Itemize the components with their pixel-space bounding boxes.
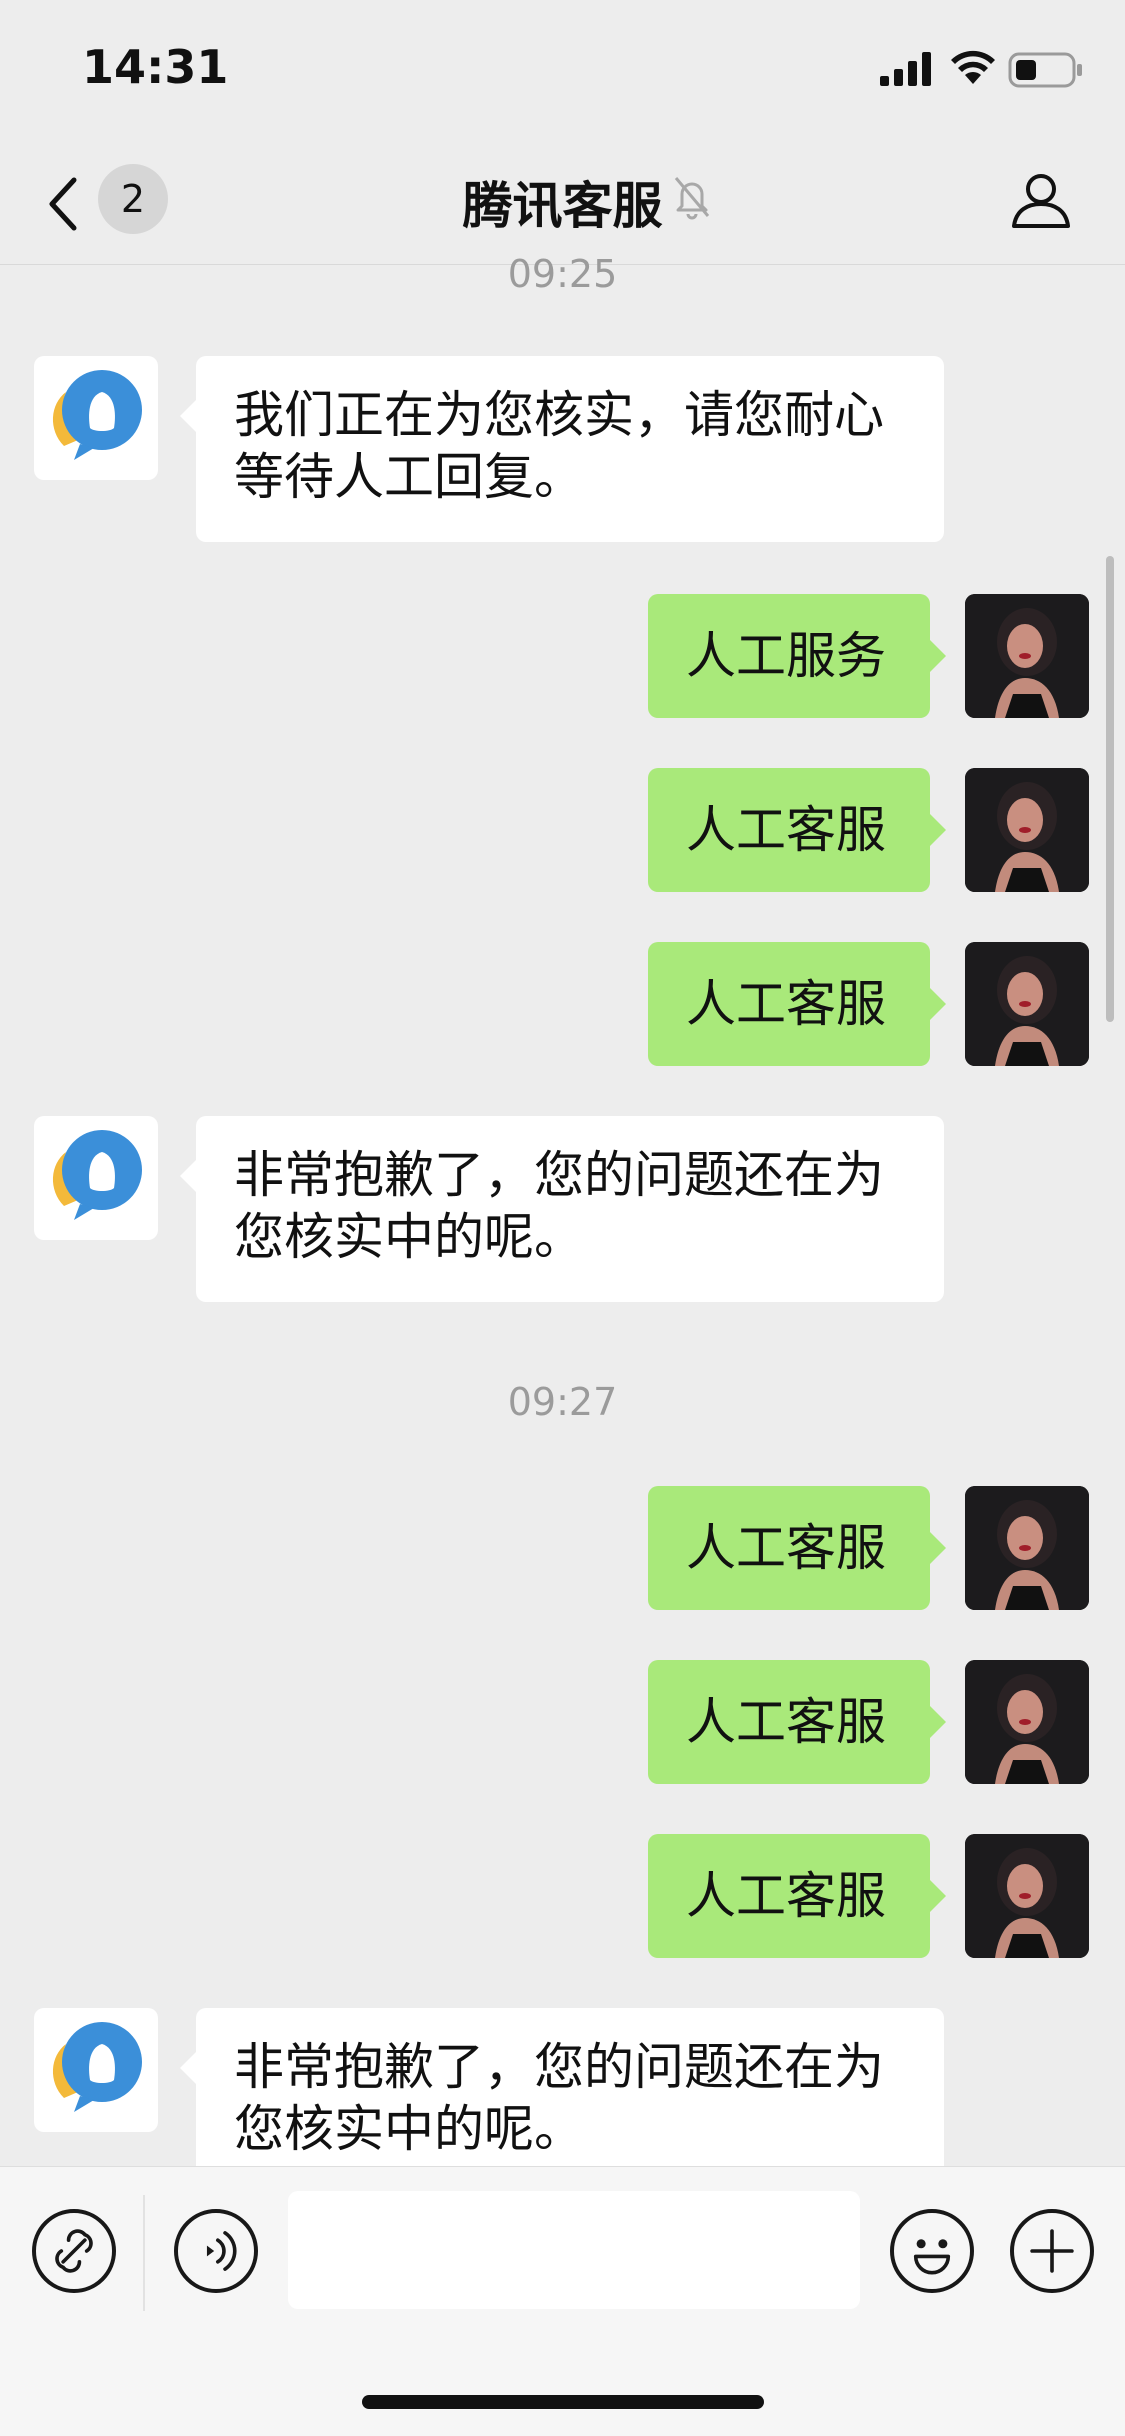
user-avatar[interactable]: [965, 1660, 1089, 1784]
message-bubble-outgoing[interactable]: 人工客服: [648, 768, 946, 892]
user-photo: [965, 1834, 1089, 1958]
user-avatar[interactable]: [965, 768, 1089, 892]
wifi-icon: [951, 50, 995, 84]
user-avatar[interactable]: [965, 1486, 1089, 1610]
cellular-signal-icon: [880, 52, 931, 86]
user-photo: [965, 768, 1089, 892]
message-bubble-outgoing[interactable]: 人工客服: [648, 1834, 946, 1958]
user-photo: [965, 942, 1089, 1066]
message-bubble-outgoing[interactable]: 人工服务: [648, 594, 946, 718]
bell-slash-icon: [674, 177, 710, 220]
user-avatar[interactable]: [965, 1834, 1089, 1958]
service-avatar[interactable]: [34, 2008, 158, 2132]
chat-title-text: 腾讯客服: [462, 177, 663, 235]
link-icon[interactable]: [32, 2209, 116, 2293]
qq-service-logo-icon: [52, 1130, 142, 1220]
qq-service-logo-icon: [52, 2022, 142, 2112]
message-bubble-outgoing[interactable]: 人工客服: [648, 942, 946, 1066]
emoji-icon[interactable]: [890, 2209, 974, 2293]
chat-timestamp: 09:25: [507, 252, 618, 296]
user-avatar[interactable]: [965, 942, 1089, 1066]
battery-icon: [1008, 52, 1082, 88]
user-avatar[interactable]: [965, 594, 1089, 718]
user-photo: [965, 1660, 1089, 1784]
person-icon[interactable]: [1010, 170, 1072, 230]
voice-icon[interactable]: [174, 2209, 258, 2293]
toolbar-divider: [143, 2195, 145, 2311]
home-indicator[interactable]: [362, 2395, 764, 2409]
message-bubble-outgoing[interactable]: 人工客服: [648, 1486, 946, 1610]
message-bubble-incoming[interactable]: 非常抱歉了，您的问题还在为 您核实中的呢。: [180, 1116, 944, 1302]
message-input[interactable]: [288, 2191, 860, 2309]
scrollbar-thumb[interactable]: [1106, 556, 1114, 1022]
qq-service-logo-icon: [52, 370, 142, 460]
chat-title: 腾讯客服: [0, 166, 1125, 238]
user-photo: [965, 1486, 1089, 1610]
service-avatar[interactable]: [34, 1116, 158, 1240]
user-photo: [965, 594, 1089, 718]
chat-timestamp: 09:27: [507, 1380, 618, 1424]
status-bar: 14:31: [0, 0, 1125, 130]
message-bubble-outgoing[interactable]: 人工客服: [648, 1660, 946, 1784]
chat-header: 2 腾讯客服: [0, 130, 1125, 265]
service-avatar[interactable]: [34, 356, 158, 480]
status-time: 14:31: [82, 40, 229, 94]
plus-icon[interactable]: [1010, 2209, 1094, 2293]
message-bubble-incoming[interactable]: 我们正在为您核实，请您耐心 等待人工回复。: [180, 356, 944, 542]
